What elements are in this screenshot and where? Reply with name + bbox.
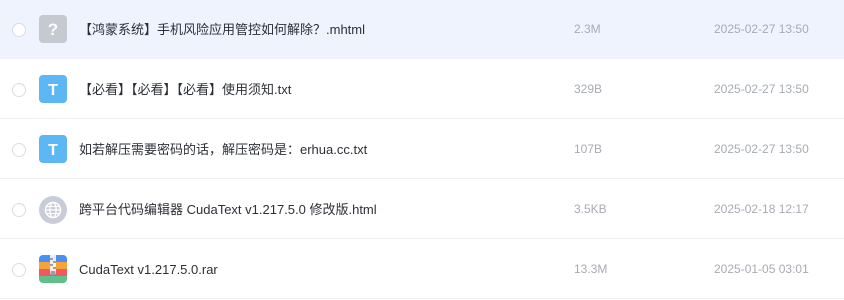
row-checkbox[interactable] xyxy=(12,83,26,97)
file-size: 2.3M xyxy=(574,22,601,36)
file-name[interactable]: CudaText v1.217.5.0.rar xyxy=(79,240,218,299)
row-checkbox[interactable] xyxy=(12,263,26,277)
file-row[interactable]: T 如若解压需要密码的话，解压密码是：erhua.cc.txt 107B 202… xyxy=(0,120,844,179)
file-list: ? 【鸿蒙系统】手机风险应用管控如何解除？.mhtml 2.3M 2025-02… xyxy=(0,0,844,300)
archive-file-icon xyxy=(39,255,67,283)
file-size: 3.5KB xyxy=(574,202,607,216)
row-checkbox[interactable] xyxy=(12,203,26,217)
svg-text:T: T xyxy=(48,82,58,99)
unknown-file-icon: ? xyxy=(39,15,67,43)
svg-text:T: T xyxy=(48,142,58,159)
file-name[interactable]: 【必看】【必看】【必看】使用须知.txt xyxy=(79,60,291,119)
row-checkbox[interactable] xyxy=(12,143,26,157)
file-name[interactable]: 跨平台代码编辑器 CudaText v1.217.5.0 修改版.html xyxy=(79,180,377,239)
file-date: 2025-02-27 13:50 xyxy=(714,22,809,36)
file-row[interactable]: ? 【鸿蒙系统】手机风险应用管控如何解除？.mhtml 2.3M 2025-02… xyxy=(0,0,844,59)
file-size: 329B xyxy=(574,82,603,96)
file-size: 13.3M xyxy=(574,262,608,276)
file-row[interactable]: T 【必看】【必看】【必看】使用须知.txt 329B 2025-02-27 1… xyxy=(0,60,844,119)
file-row[interactable]: 跨平台代码编辑器 CudaText v1.217.5.0 修改版.html 3.… xyxy=(0,180,844,239)
file-date: 2025-02-27 13:50 xyxy=(714,82,809,96)
file-size: 107B xyxy=(574,142,603,156)
file-date: 2025-02-27 13:50 xyxy=(714,142,809,156)
text-file-icon: T xyxy=(39,135,67,163)
file-date: 2025-01-05 03:01 xyxy=(714,262,809,276)
svg-text:?: ? xyxy=(48,20,58,39)
file-name[interactable]: 【鸿蒙系统】手机风险应用管控如何解除？.mhtml xyxy=(79,0,365,59)
file-date: 2025-02-18 12:17 xyxy=(714,202,809,216)
file-name[interactable]: 如若解压需要密码的话，解压密码是：erhua.cc.txt xyxy=(79,120,367,179)
text-file-icon: T xyxy=(39,75,67,103)
row-checkbox[interactable] xyxy=(12,23,26,37)
file-row[interactable]: CudaText v1.217.5.0.rar 13.3M 2025-01-05… xyxy=(0,240,844,299)
web-file-icon xyxy=(39,196,67,224)
